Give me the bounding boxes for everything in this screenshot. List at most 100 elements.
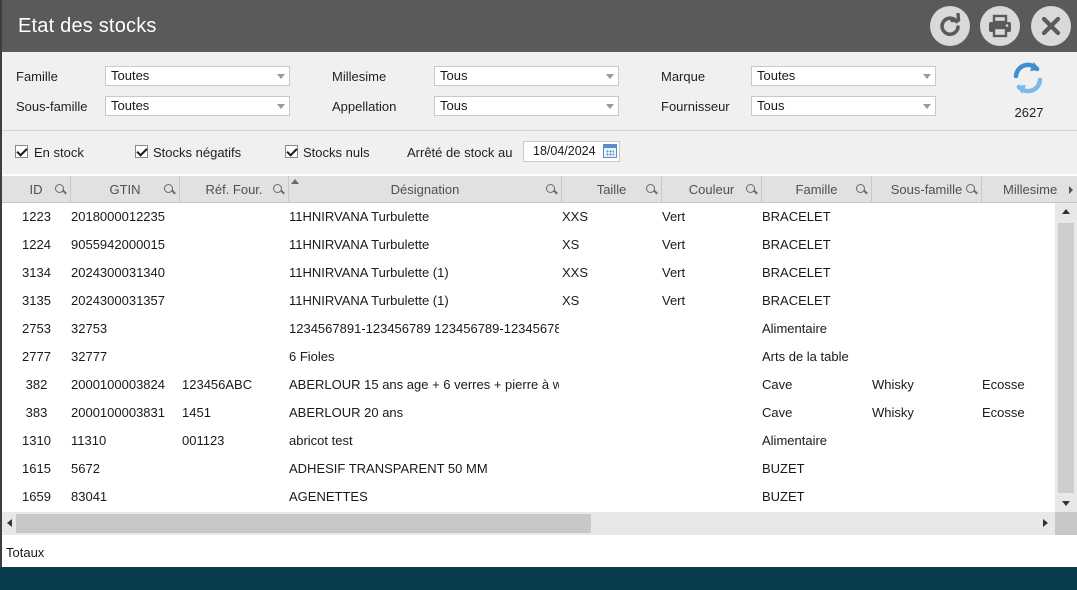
chevron-down-icon <box>273 67 289 85</box>
reload-button[interactable] <box>930 6 970 46</box>
column-header-ref-four[interactable]: Réf. Four. <box>180 176 289 203</box>
chevron-down-icon <box>273 97 289 115</box>
cell-id: 2777 <box>22 349 51 364</box>
cell-gtin: 83041 <box>71 489 108 504</box>
cell-gtin: 2018000012235 <box>71 209 165 224</box>
cell-taille: XXS <box>562 209 589 224</box>
search-icon[interactable] <box>164 184 173 193</box>
chevron-down-icon <box>602 67 618 85</box>
fournisseur-label: Fournisseur <box>661 99 730 114</box>
cell-designation: 6 Fioles <box>289 349 335 364</box>
cell-id: 382 <box>25 377 48 392</box>
title-bar: Etat des stocks <box>0 0 1077 52</box>
scroll-down-icon[interactable] <box>1062 501 1070 506</box>
cell-designation: 11HNIRVANA Turbulette <box>289 209 430 224</box>
millesime-label: Millesime <box>332 69 387 84</box>
table-row[interactable]: 1224 9055942000015 11HNIRVANA Turbulette XS… <box>2 231 1055 259</box>
sous-famille-select[interactable]: Toutes <box>105 96 290 116</box>
appellation-label: Appellation <box>332 99 397 114</box>
cell-gtin: 2000100003831 <box>71 405 165 420</box>
scroll-thumb[interactable] <box>16 514 591 533</box>
stocks-nuls-checkbox[interactable] <box>285 145 298 158</box>
cell-sous-famille <box>872 315 982 343</box>
column-header-sous-famille[interactable]: Sous-famille <box>872 176 982 203</box>
column-header-gtin[interactable]: GTIN <box>71 176 180 203</box>
table-row[interactable]: 383 2000100003831 1451 ABERLOUR 20 ans Cave W… <box>2 399 1055 427</box>
table-row[interactable]: 3135 2024300031357 11HNIRVANA Turbulette (… <box>2 287 1055 315</box>
cell-sous-famille <box>872 343 982 371</box>
scroll-right-icon[interactable] <box>1043 519 1048 527</box>
search-icon[interactable] <box>746 184 755 193</box>
search-icon[interactable] <box>856 184 865 193</box>
vertical-scrollbar[interactable] <box>1055 203 1077 512</box>
column-header-taille[interactable]: Taille <box>562 176 662 203</box>
calendar-icon[interactable] <box>603 144 617 158</box>
cell-couleur <box>662 315 762 343</box>
cell-id: 1310 <box>22 433 51 448</box>
cell-id: 2753 <box>22 321 51 336</box>
close-button[interactable] <box>1031 6 1071 46</box>
totals-bar: Totaux <box>2 535 1077 567</box>
search-icon[interactable] <box>273 184 282 193</box>
cell-id: 1224 <box>22 237 51 252</box>
marque-select[interactable]: Toutes <box>751 66 936 86</box>
appellation-value: Tous <box>440 98 468 113</box>
cell-sous-famille <box>872 287 982 315</box>
cell-gtin: 32753 <box>71 321 108 336</box>
column-header-millesime[interactable]: Millesime <box>982 176 1060 203</box>
table-row[interactable]: 1615 5672 ADHESIF TRANSPARENT 50 MM BUZET <box>2 455 1055 483</box>
horizontal-scrollbar[interactable] <box>2 512 1055 535</box>
cell-taille <box>562 371 662 399</box>
table-row[interactable]: 1659 83041 AGENETTES BUZET <box>2 483 1055 511</box>
stocks-negatifs-checkbox[interactable] <box>135 145 148 158</box>
table-row[interactable]: 1310 11310 001123 abricot test Alimentaire <box>2 427 1055 455</box>
column-header-designation[interactable]: Désignation <box>289 176 562 203</box>
sous-famille-label: Sous-famille <box>16 99 88 114</box>
table-row[interactable]: 382 2000100003824 123456ABC ABERLOUR 15 ans… <box>2 371 1055 399</box>
appellation-select[interactable]: Tous <box>434 96 619 116</box>
scroll-left-icon[interactable] <box>7 519 12 527</box>
famille-label: Famille <box>16 69 58 84</box>
search-icon[interactable] <box>55 184 64 193</box>
column-header-couleur[interactable]: Couleur <box>662 176 762 203</box>
table-row[interactable]: 1223 2018000012235 11HNIRVANA Turbulette XX… <box>2 203 1055 231</box>
cell-ref-four: 123456ABC <box>182 377 253 392</box>
arrete-date-input[interactable]: 18/04/2024 <box>523 141 620 162</box>
cell-famille: Alimentaire <box>762 321 828 336</box>
chevron-down-icon <box>919 67 935 85</box>
famille-select[interactable]: Toutes <box>105 66 290 86</box>
cell-taille <box>562 399 662 427</box>
scroll-thumb[interactable] <box>1058 223 1074 493</box>
cell-millesime <box>982 455 1055 483</box>
search-icon[interactable] <box>546 184 555 193</box>
cell-designation: 11HNIRVANA Turbulette (1) <box>289 293 449 308</box>
cell-ref-four <box>182 259 291 287</box>
scroll-up-icon[interactable] <box>1062 209 1070 214</box>
cell-couleur: Vert <box>662 237 686 252</box>
arrete-date-value: 18/04/2024 <box>533 144 596 158</box>
cell-famille: Cave <box>762 405 793 420</box>
millesime-select[interactable]: Tous <box>434 66 619 86</box>
record-count: 2627 <box>1014 105 1044 120</box>
search-icon[interactable] <box>966 184 975 193</box>
cell-id: 3134 <box>22 265 51 280</box>
column-header-id[interactable]: ID <box>2 176 71 203</box>
cell-ref-four <box>182 343 291 371</box>
millesime-value: Tous <box>440 68 468 83</box>
table-row[interactable]: 3134 2024300031340 11HNIRVANA Turbulette (… <box>2 259 1055 287</box>
chevron-right-icon[interactable] <box>1069 186 1073 194</box>
table-row[interactable]: 2753 32753 1234567891-123456789 123456789-… <box>2 315 1055 343</box>
grid-header: ID GTIN Réf. Four. Désignation Taille Co… <box>2 176 1077 203</box>
cell-famille: Alimentaire <box>762 433 828 448</box>
refresh-button[interactable] <box>1008 58 1048 98</box>
en-stock-checkbox[interactable] <box>15 145 28 158</box>
cell-millesime <box>982 315 1055 343</box>
table-row[interactable]: 2777 32777 6 Fioles Arts de la table <box>2 343 1055 371</box>
cell-sous-famille: Whisky <box>872 405 914 420</box>
print-button[interactable] <box>980 6 1020 46</box>
cell-millesime <box>982 427 1055 455</box>
fournisseur-select[interactable]: Tous <box>751 96 936 116</box>
column-header-famille[interactable]: Famille <box>762 176 872 203</box>
column-header-label: Famille <box>795 182 838 197</box>
search-icon[interactable] <box>646 184 655 193</box>
